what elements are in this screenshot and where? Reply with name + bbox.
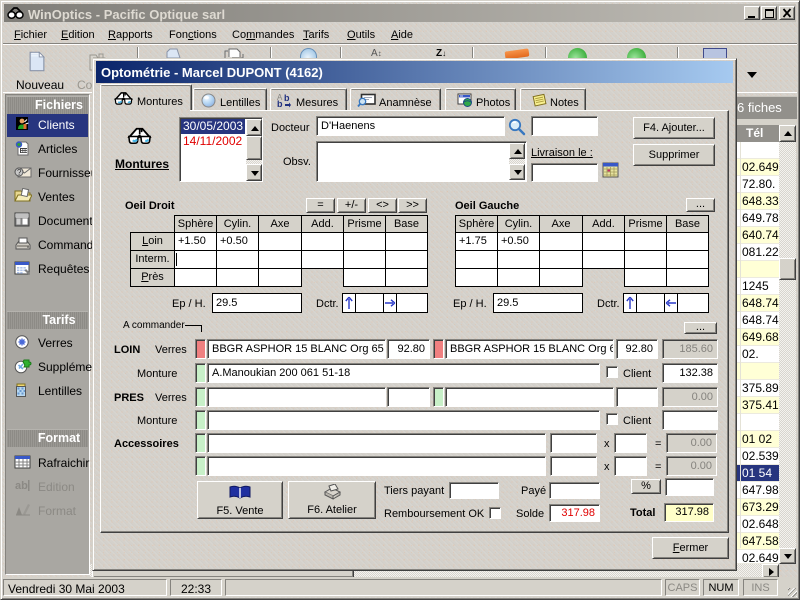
svg-text:?: ? [17,168,22,177]
svg-text:ab: ab [15,480,28,492]
svg-text:b: b [284,93,290,103]
svg-text:b: b [277,99,283,108]
